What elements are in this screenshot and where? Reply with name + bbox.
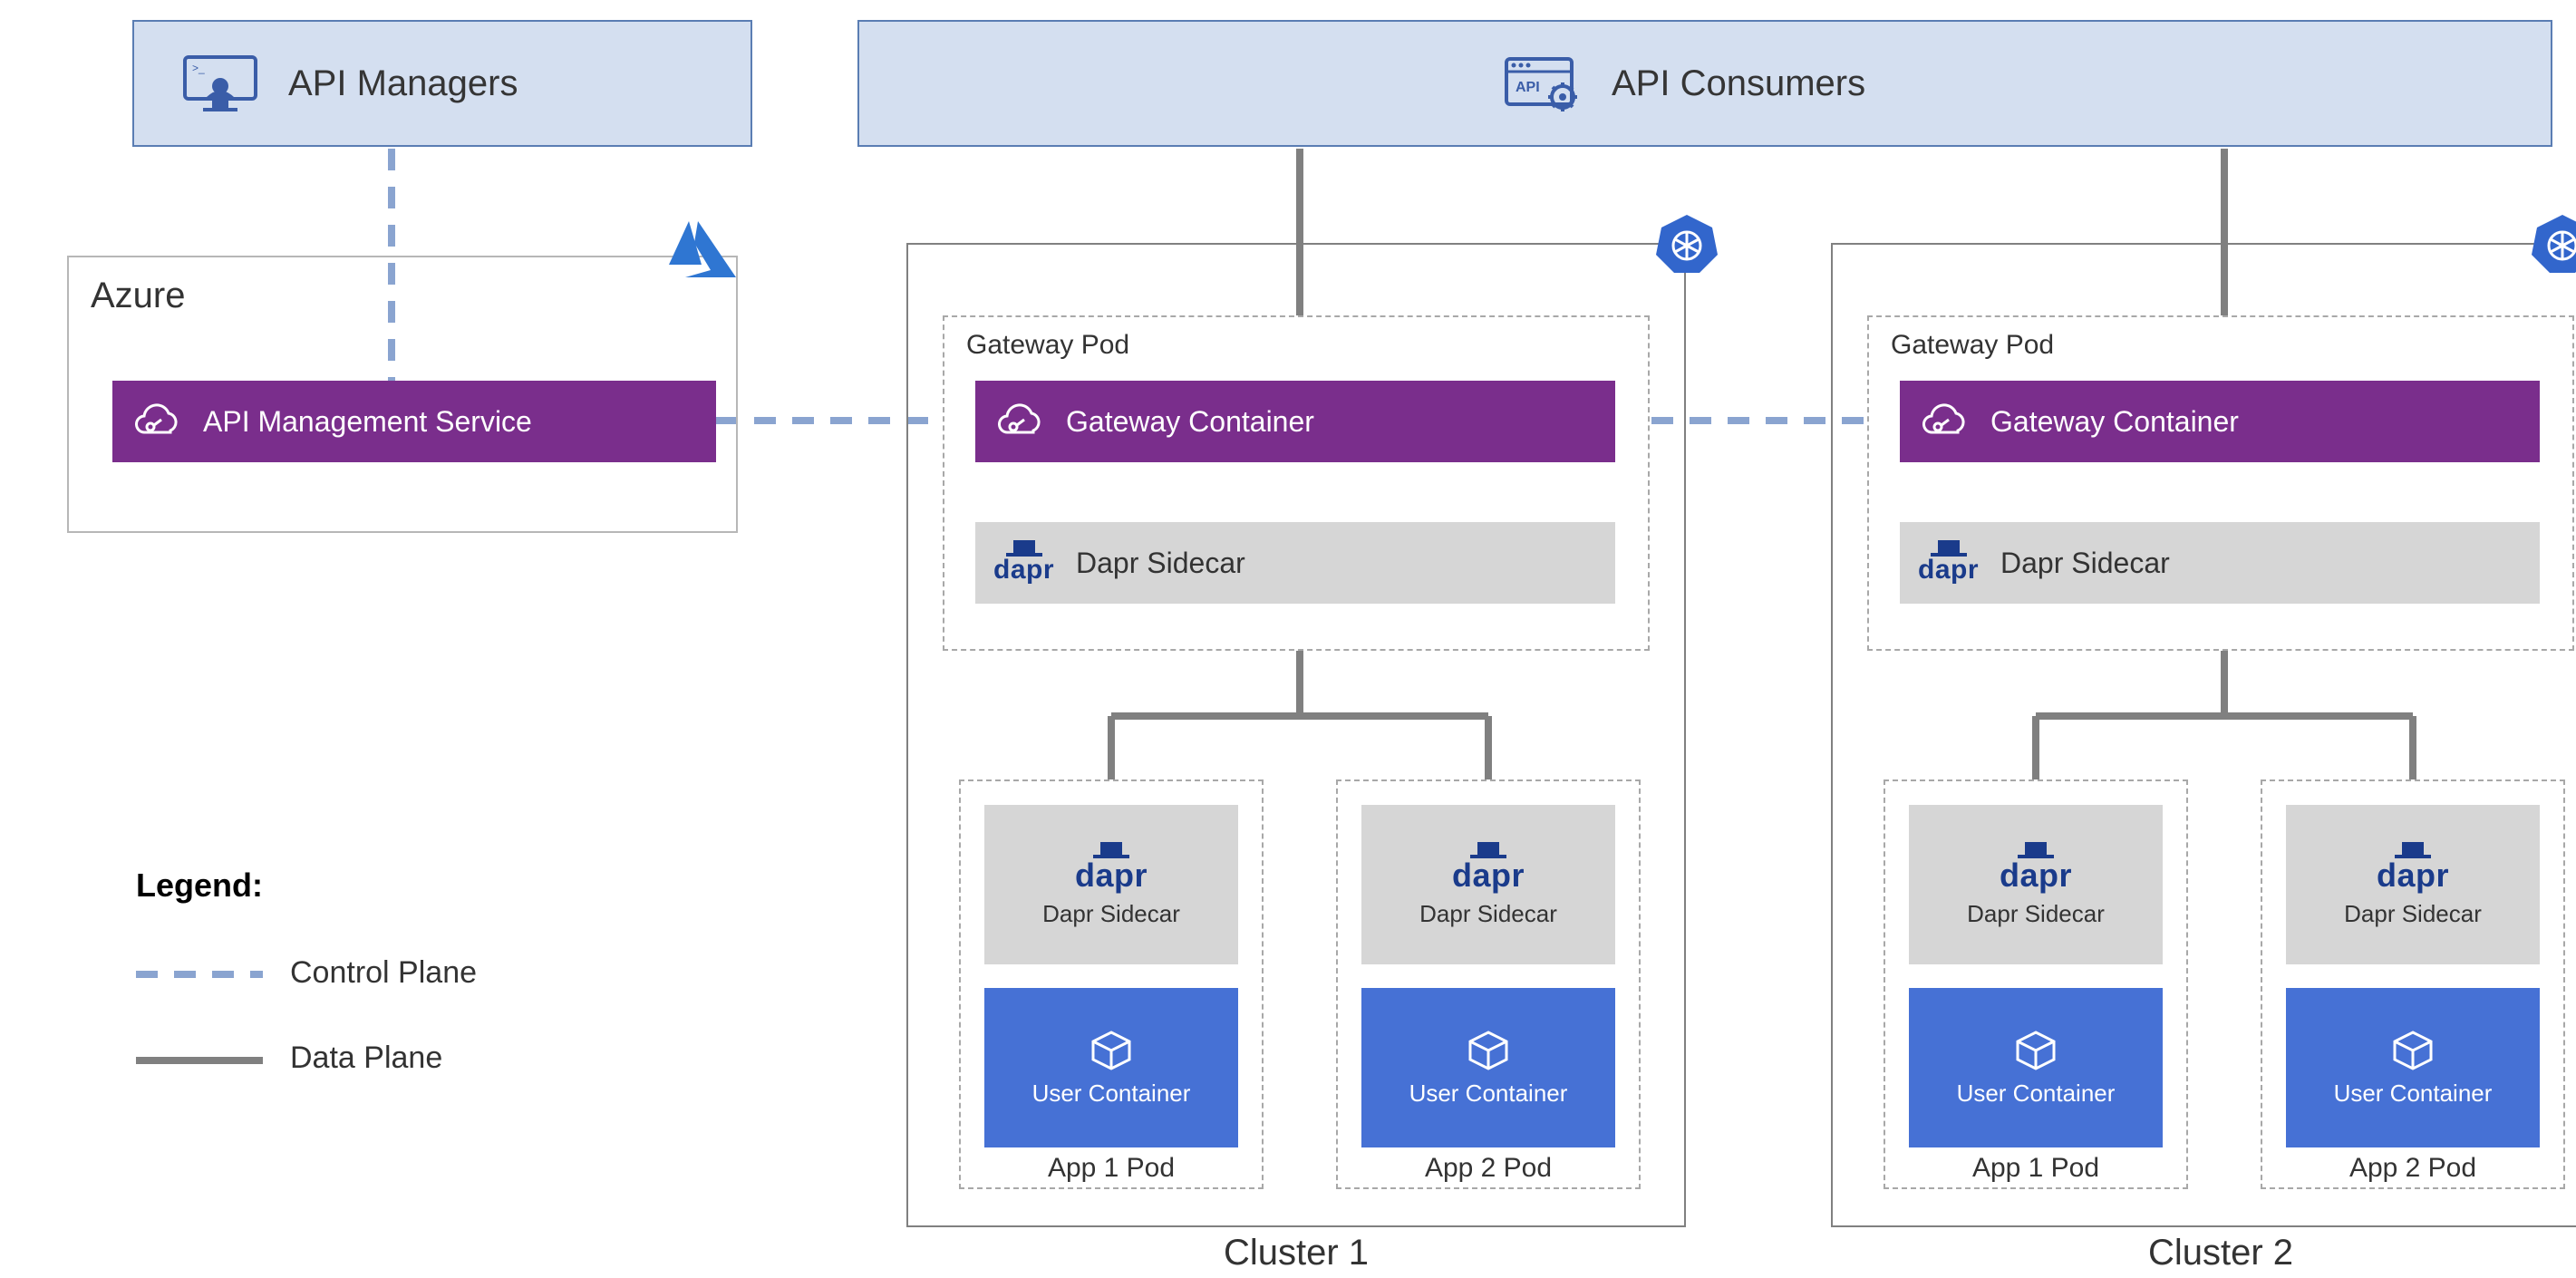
dapr-sidecar-bar-1: dapr Dapr Sidecar (975, 522, 1615, 604)
gateway-pod-2-label: Gateway Pod (1891, 330, 2054, 361)
dapr-logo-icon: dapr (993, 540, 1054, 586)
dapr-sidecar-bar-2: dapr Dapr Sidecar (1900, 522, 2540, 604)
app2-user-container-cluster1: User Container (1361, 988, 1615, 1147)
gateway-container-1-label: Gateway Container (1066, 405, 1314, 439)
svg-text:>_: >_ (192, 62, 205, 74)
dapr-hat-icon (1477, 842, 1499, 855)
cube-icon (1089, 1029, 1133, 1072)
dapr-sidecar-1-label: Dapr Sidecar (1076, 547, 1245, 580)
svg-text:API: API (1516, 80, 1540, 95)
kubernetes-icon (1655, 212, 1719, 276)
app2-dapr-cluster1: dapr Dapr Sidecar (1361, 805, 1615, 964)
app2-user-label-c2: User Container (2334, 1080, 2493, 1108)
dapr-hat-icon (2402, 842, 2424, 855)
dapr-hat-icon (1100, 842, 1122, 855)
cluster1-label: Cluster 1 (906, 1233, 1686, 1273)
legend-data-label: Data Plane (290, 1041, 442, 1076)
cube-icon (2391, 1029, 2435, 1072)
cube-icon (2014, 1029, 2058, 1072)
app1-user-container-cluster2: User Container (1909, 988, 2163, 1147)
app2-dapr-cluster2: dapr Dapr Sidecar (2286, 805, 2540, 964)
app2-pod-label-cluster1: App 2 Pod (1336, 1153, 1641, 1184)
azure-region-label: Azure (91, 276, 186, 316)
app1-user-label: User Container (1032, 1080, 1191, 1108)
api-managers-header: >_ API Managers (132, 20, 752, 147)
api-browser-gear-icon: API (1503, 52, 1584, 115)
api-mgmt-label: API Management Service (203, 405, 532, 439)
cube-icon (1467, 1029, 1510, 1072)
cloud-icon (993, 403, 1044, 440)
app1-user-label-c2: User Container (1957, 1080, 2116, 1108)
dapr-logo-icon: dapr (1918, 540, 1979, 586)
kubernetes-icon (2531, 212, 2576, 276)
legend-control-label: Control Plane (290, 955, 477, 991)
app2-user-label: User Container (1409, 1080, 1568, 1108)
app1-dapr-label: Dapr Sidecar (1042, 900, 1180, 928)
api-consumers-header: API API Consumers (857, 20, 2552, 147)
api-management-service: API Management Service (112, 381, 716, 462)
app1-dapr-label-c2: Dapr Sidecar (1967, 900, 2105, 928)
dapr-sidecar-2-label: Dapr Sidecar (2000, 547, 2170, 580)
cloud-icon (131, 403, 181, 440)
app2-pod-label-cluster2: App 2 Pod (2261, 1153, 2565, 1184)
app1-dapr-cluster1: dapr Dapr Sidecar (984, 805, 1238, 964)
manager-monitor-icon: >_ (179, 52, 261, 115)
app1-user-container-cluster1: User Container (984, 988, 1238, 1147)
gateway-container-2-label: Gateway Container (1990, 405, 2239, 439)
gateway-container-2: Gateway Container (1900, 381, 2540, 462)
api-consumers-label: API Consumers (1612, 63, 1865, 104)
app2-user-container-cluster2: User Container (2286, 988, 2540, 1147)
dapr-word: dapr (2377, 857, 2449, 895)
app2-dapr-label-c2: Dapr Sidecar (2344, 900, 2482, 928)
gateway-pod-1-label: Gateway Pod (966, 330, 1129, 361)
dapr-hat-icon (2025, 842, 2047, 855)
cluster2-label: Cluster 2 (1831, 1233, 2576, 1273)
app1-pod-label-cluster2: App 1 Pod (1884, 1153, 2188, 1184)
cloud-icon (1918, 403, 1969, 440)
gateway-container-1: Gateway Container (975, 381, 1615, 462)
app1-dapr-cluster2: dapr Dapr Sidecar (1909, 805, 2163, 964)
dapr-word: dapr (1452, 857, 1525, 895)
api-managers-label: API Managers (288, 63, 518, 104)
dapr-word: dapr (1075, 857, 1148, 895)
app2-dapr-label: Dapr Sidecar (1419, 900, 1557, 928)
app1-pod-label-cluster1: App 1 Pod (959, 1153, 1264, 1184)
azure-logo-icon (658, 218, 740, 281)
dapr-word: dapr (2000, 857, 2072, 895)
legend-title: Legend: (136, 867, 263, 905)
